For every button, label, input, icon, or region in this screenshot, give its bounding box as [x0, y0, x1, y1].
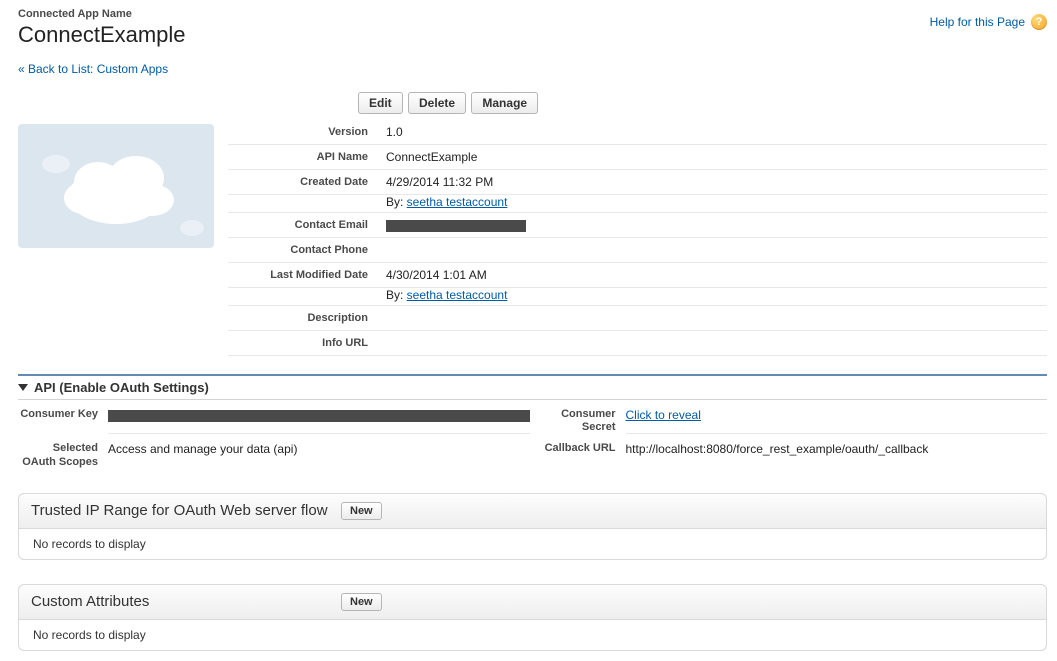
page-title: ConnectExample: [18, 22, 186, 48]
api-section-header[interactable]: API (Enable OAuth Settings): [18, 376, 1047, 400]
modified-date-value: 4/30/2014 1:01 AM: [386, 268, 487, 282]
version-value: 1.0: [386, 125, 403, 139]
oauth-scopes-value: Access and manage your data (api): [108, 442, 530, 468]
chevron-down-icon: [18, 384, 28, 391]
back-to-list-link[interactable]: « Back to List: Custom Apps: [18, 62, 168, 76]
trusted-ip-new-button[interactable]: New: [341, 502, 382, 520]
help-icon[interactable]: ?: [1031, 14, 1047, 30]
contact-email-label: Contact Email: [228, 219, 386, 231]
consumer-key-value: [108, 408, 530, 434]
trusted-ip-panel: Trusted IP Range for OAuth Web server fl…: [18, 493, 1047, 560]
created-date-value: 4/29/2014 11:32 PM: [386, 175, 493, 189]
api-section-title: API (Enable OAuth Settings): [34, 380, 209, 395]
api-name-value: ConnectExample: [386, 150, 477, 164]
trusted-ip-title: Trusted IP Range for OAuth Web server fl…: [31, 502, 341, 519]
modified-date-label: Last Modified Date: [228, 269, 386, 281]
custom-attributes-new-button[interactable]: New: [341, 593, 382, 611]
manage-button[interactable]: Manage: [471, 92, 538, 114]
oauth-scopes-label: Selected OAuth Scopes: [18, 442, 98, 468]
modified-by-prefix: By:: [386, 288, 407, 302]
api-name-label: API Name: [228, 151, 386, 163]
edit-button[interactable]: Edit: [358, 92, 403, 114]
modified-by-user-link[interactable]: seetha testaccount: [407, 288, 508, 302]
info-url-label: Info URL: [228, 337, 386, 349]
contact-phone-label: Contact Phone: [228, 244, 386, 256]
callback-url-label: Callback URL: [540, 442, 616, 468]
callback-url-value: http://localhost:8080/force_rest_example…: [626, 442, 1048, 468]
trusted-ip-empty-message: No records to display: [19, 529, 1046, 559]
consumer-secret-label: Consumer Secret: [540, 408, 616, 434]
page-subtitle: Connected App Name: [18, 8, 186, 20]
help-link[interactable]: Help for this Page: [930, 15, 1025, 29]
consumer-key-label: Consumer Key: [18, 408, 98, 434]
custom-attributes-title: Custom Attributes: [31, 593, 341, 610]
click-to-reveal-link[interactable]: Click to reveal: [626, 408, 701, 422]
description-label: Description: [228, 312, 386, 324]
delete-button[interactable]: Delete: [408, 92, 466, 114]
custom-attributes-panel: Custom Attributes New No records to disp…: [18, 584, 1047, 651]
app-logo-placeholder: [18, 124, 214, 248]
contact-email-value: [386, 218, 526, 232]
created-by-prefix: By:: [386, 195, 407, 209]
version-label: Version: [228, 126, 386, 138]
created-date-label: Created Date: [228, 176, 386, 188]
custom-attributes-empty-message: No records to display: [19, 620, 1046, 650]
created-by-user-link[interactable]: seetha testaccount: [407, 195, 508, 209]
